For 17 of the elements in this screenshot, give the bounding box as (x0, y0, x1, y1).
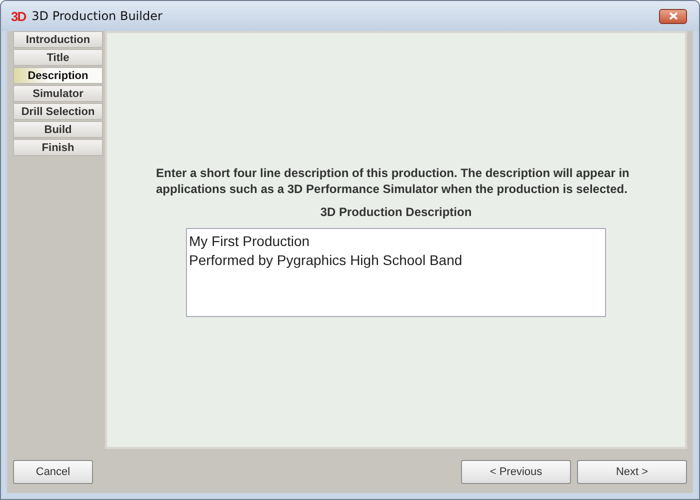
window-title: 3D Production Builder (32, 9, 162, 23)
cancel-button[interactable]: Cancel (13, 460, 93, 484)
close-button[interactable] (659, 8, 687, 24)
previous-button[interactable]: < Previous (461, 460, 571, 484)
next-button[interactable]: Next > (577, 460, 687, 484)
step-tab[interactable]: Title (13, 49, 103, 66)
step-tab[interactable]: Introduction (13, 31, 103, 48)
app-logo: 3D (11, 8, 26, 24)
step-tab[interactable]: Simulator (13, 85, 103, 102)
step-tab[interactable]: Build (13, 121, 103, 138)
instructions-text: Enter a short four line description of this production. The description will appear in applications such as a 3D Performance Simulator when the production is selected. (156, 165, 630, 197)
step-tab[interactable]: Drill Selection (13, 103, 103, 120)
step-tab[interactable]: Description (13, 67, 103, 84)
description-field[interactable]: My First Production Performed by Pygraphics High School Band (186, 228, 606, 317)
close-icon (668, 12, 678, 20)
field-label: 3D Production Description (320, 205, 472, 219)
step-tab[interactable]: Finish (13, 139, 103, 156)
